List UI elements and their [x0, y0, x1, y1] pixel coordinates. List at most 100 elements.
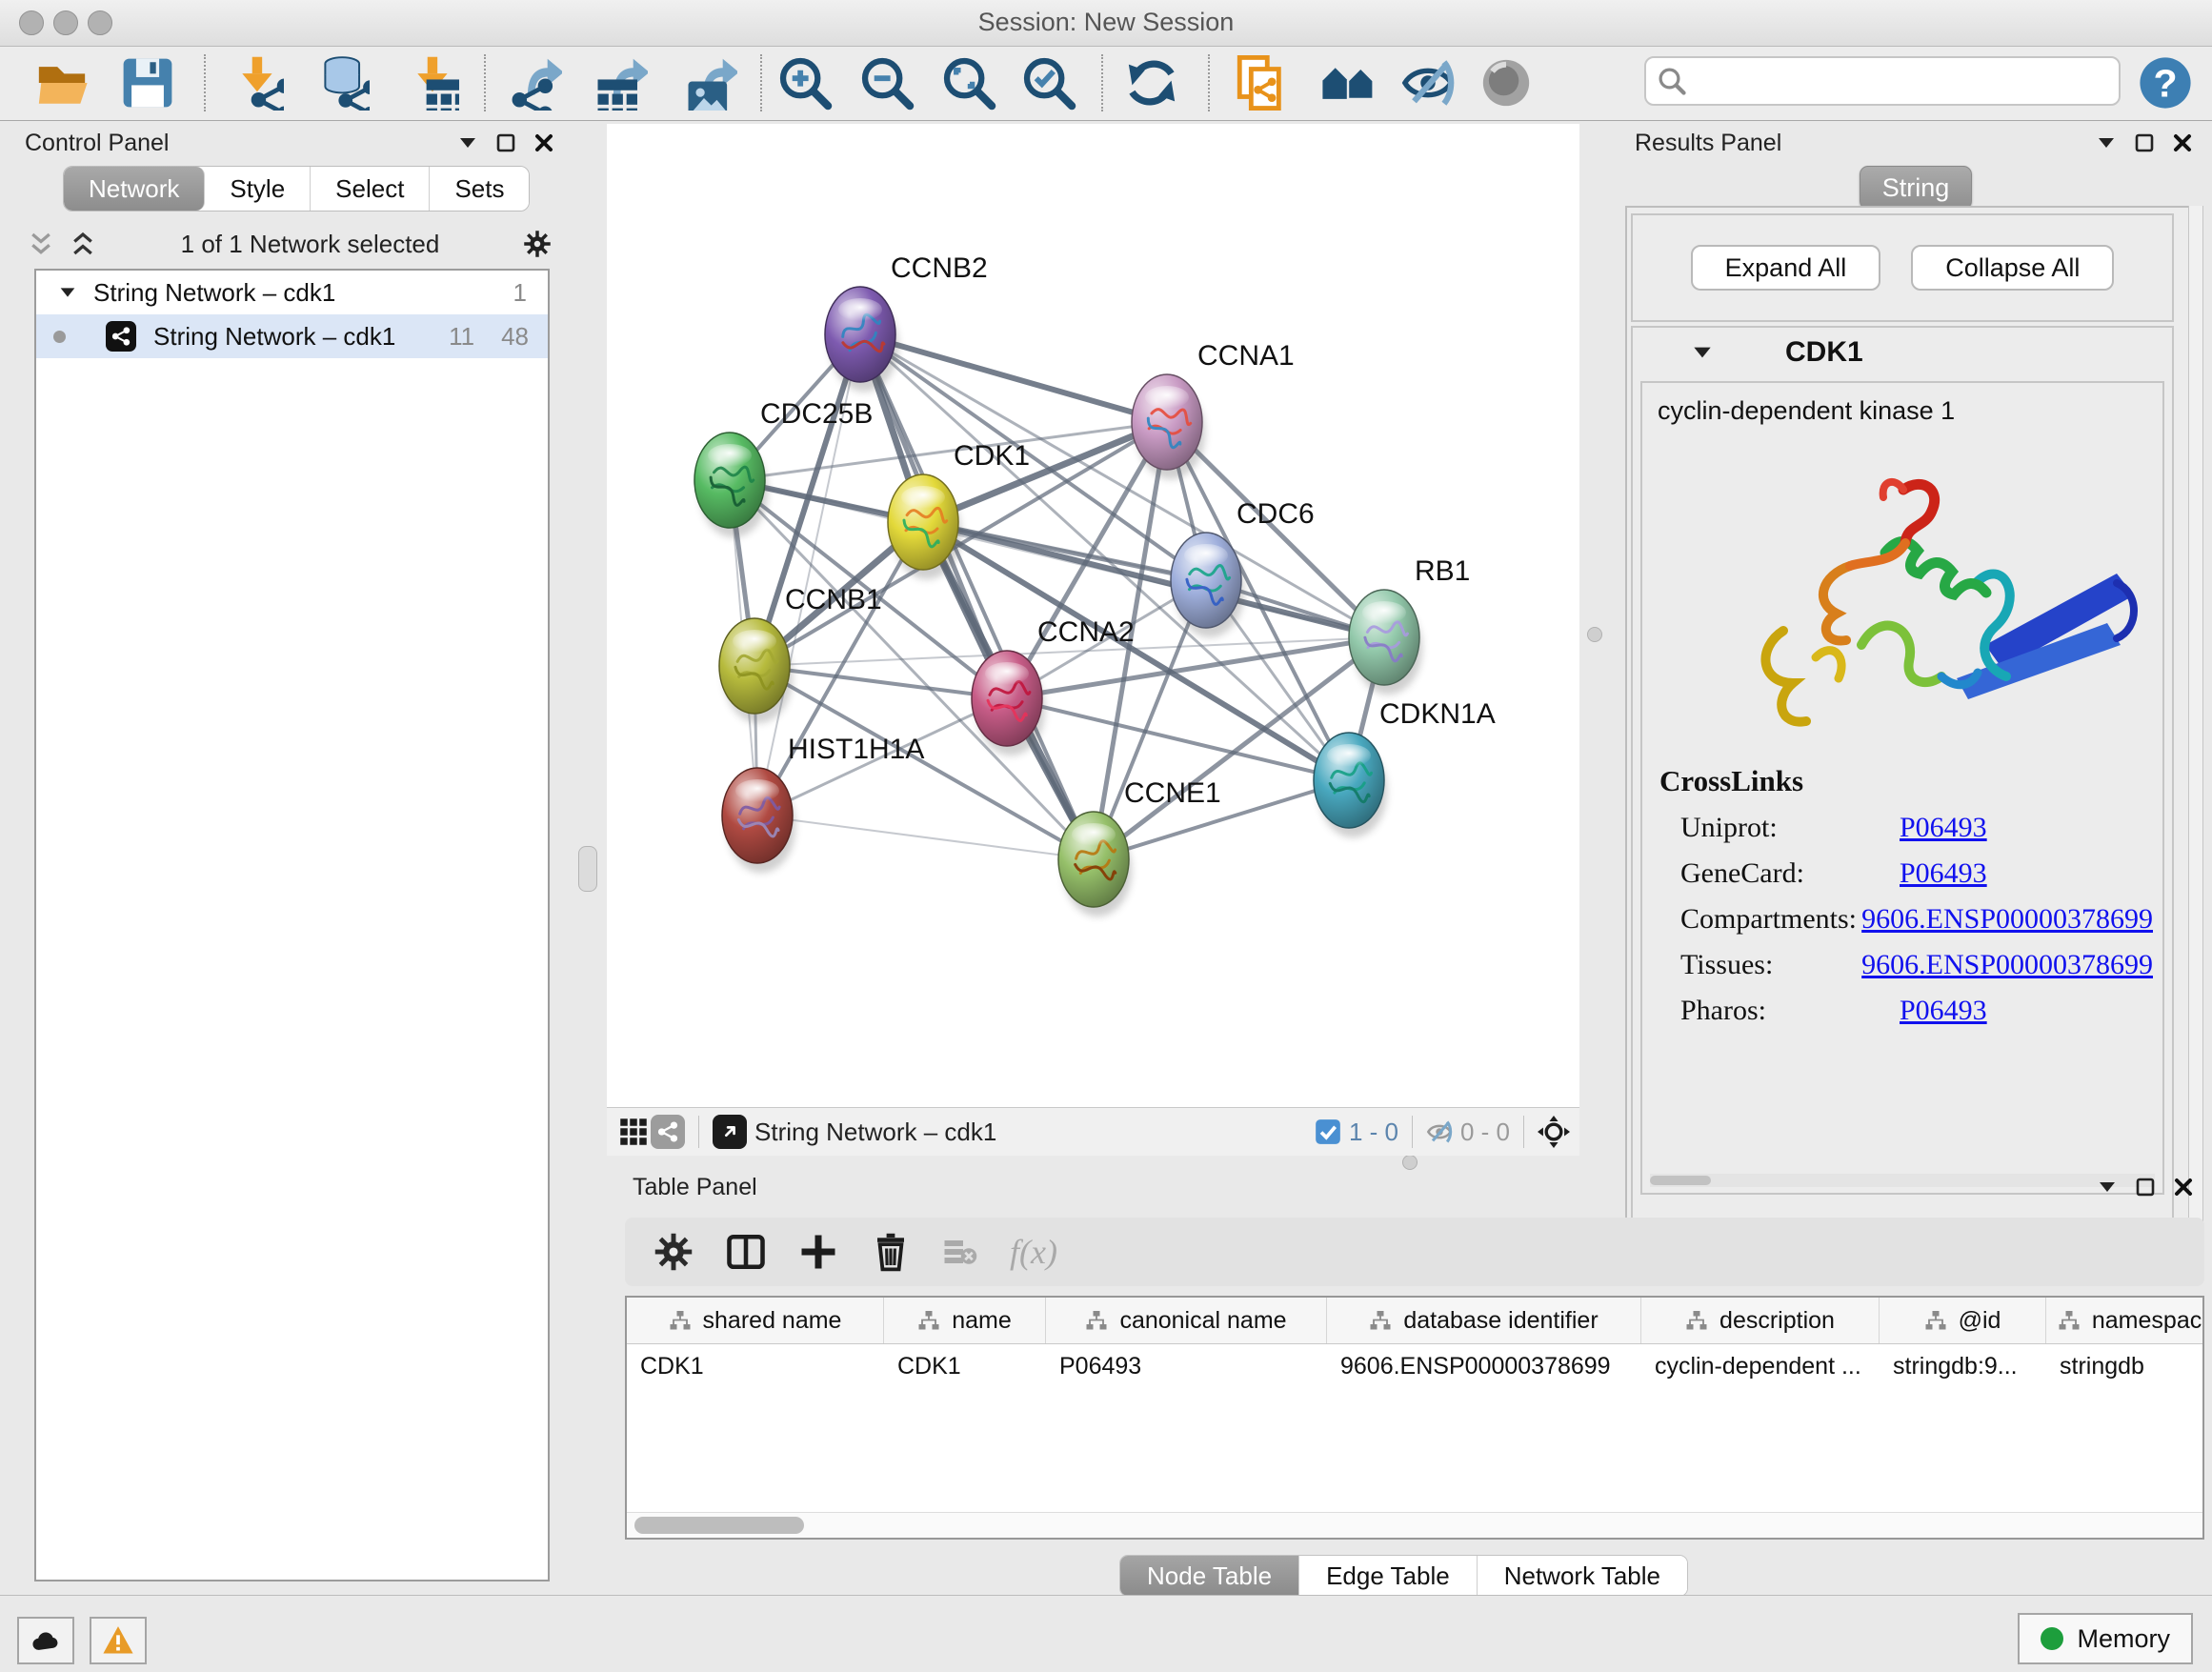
detach-view-button[interactable]	[713, 1115, 747, 1149]
column-type-icon	[1685, 1309, 1708, 1332]
network-node[interactable]: CCNA1	[1132, 340, 1295, 479]
panel-menu-icon[interactable]	[456, 131, 479, 154]
network-node[interactable]: CDKN1A	[1314, 698, 1496, 837]
search-input[interactable]	[1696, 66, 2119, 97]
hidden-eye-slash-icon[interactable]	[1426, 1118, 1453, 1145]
column-header[interactable]: description	[1641, 1298, 1880, 1343]
control-panel-title: Control Panel	[25, 130, 169, 157]
table-cell[interactable]: P06493	[1046, 1353, 1327, 1380]
import-network-database-button[interactable]	[311, 52, 373, 113]
table-cell[interactable]: CDK1	[627, 1353, 884, 1380]
panel-close-icon[interactable]	[2172, 1176, 2195, 1199]
zoom-selected-button[interactable]	[1017, 52, 1080, 113]
crosslink-link[interactable]: P06493	[1900, 857, 1987, 890]
birdseye-move-icon[interactable]	[1538, 1116, 1570, 1148]
entry-expander-icon[interactable]	[1690, 340, 1715, 365]
panel-float-icon[interactable]	[2133, 131, 2156, 154]
table-cell[interactable]: stringdb	[2046, 1353, 2204, 1380]
network-options-gear-icon[interactable]	[523, 230, 552, 258]
panel-close-icon[interactable]	[2171, 131, 2194, 154]
cloud-status-button[interactable]	[17, 1617, 74, 1664]
table-options-gear-icon[interactable]	[654, 1232, 694, 1272]
create-column-icon[interactable]	[798, 1232, 838, 1272]
column-header[interactable]: shared name	[627, 1298, 884, 1343]
network-collection-row[interactable]: String Network – cdk1 1	[36, 271, 548, 314]
network-graph[interactable]: CCNB2CCNA1CDC25BCDK1CDC6RB1CCNB1CCNA2CDK…	[607, 124, 1579, 1107]
network-from-selection-button[interactable]	[1229, 52, 1292, 113]
table-cell[interactable]: CDK1	[884, 1353, 1046, 1380]
tab-network-table[interactable]: Network Table	[1478, 1556, 1687, 1596]
warnings-button[interactable]	[90, 1617, 147, 1664]
entry-header[interactable]: CDK1	[1633, 328, 2172, 377]
column-header[interactable]: namespace	[2046, 1298, 2204, 1343]
grid-view-button[interactable]	[616, 1115, 651, 1149]
network-view-badge[interactable]	[651, 1115, 685, 1149]
results-vscrollbar[interactable]	[2188, 206, 2203, 1250]
table-hscrollbar[interactable]	[627, 1512, 2202, 1538]
save-session-button[interactable]	[116, 52, 179, 113]
first-neighbors-button[interactable]	[1317, 52, 1379, 113]
network-node[interactable]: CCNB2	[825, 252, 988, 392]
panel-menu-icon[interactable]	[2096, 1176, 2119, 1199]
export-network-icon	[507, 55, 562, 111]
crosslink-link[interactable]: P06493	[1900, 812, 1987, 844]
crosslink-link[interactable]: 9606.ENSP00000378699	[1861, 949, 2153, 981]
delete-column-icon[interactable]	[871, 1232, 911, 1272]
refresh-button[interactable]	[1120, 52, 1183, 113]
panel-float-icon[interactable]	[2134, 1176, 2157, 1199]
panel-close-icon[interactable]	[533, 131, 555, 154]
network-status-dot	[53, 331, 66, 343]
tab-string[interactable]: String	[1860, 166, 1972, 210]
import-network-button[interactable]	[225, 52, 288, 113]
memory-button[interactable]: Memory	[2018, 1613, 2193, 1664]
column-header[interactable]: canonical name	[1046, 1298, 1327, 1343]
export-image-button[interactable]	[678, 52, 741, 113]
zoom-out-button[interactable]	[855, 52, 918, 113]
panel-menu-icon[interactable]	[2095, 131, 2118, 154]
right-splitter-handle[interactable]	[1587, 627, 1602, 642]
zoom-fit-button[interactable]	[937, 52, 1000, 113]
table-cell[interactable]: stringdb:9...	[1880, 1353, 2046, 1380]
column-header[interactable]: name	[884, 1298, 1046, 1343]
collection-expander-icon[interactable]	[57, 282, 78, 303]
hide-selected-button[interactable]	[1397, 52, 1459, 113]
panel-float-icon[interactable]	[494, 131, 517, 154]
tab-select[interactable]: Select	[311, 167, 430, 211]
collapse-all-button[interactable]: Collapse All	[1911, 245, 2114, 291]
import-table-button[interactable]	[400, 52, 463, 113]
tab-network[interactable]: Network	[64, 167, 205, 211]
network-row[interactable]: String Network – cdk1 11 48	[36, 314, 548, 358]
show-columns-icon[interactable]	[726, 1232, 766, 1272]
window-title: Session: New Session	[0, 8, 2212, 37]
node-label: CDC25B	[760, 398, 873, 430]
network-node[interactable]: CCNB1	[719, 584, 882, 723]
tab-node-table[interactable]: Node Table	[1120, 1556, 1299, 1596]
tab-sets[interactable]: Sets	[430, 167, 529, 211]
table-cell[interactable]: cyclin-dependent ...	[1641, 1353, 1880, 1380]
column-header[interactable]: @id	[1880, 1298, 2046, 1343]
table-cell[interactable]: 9606.ENSP00000378699	[1327, 1353, 1641, 1380]
open-session-button[interactable]	[30, 52, 93, 113]
tab-style[interactable]: Style	[205, 167, 311, 211]
network-canvas[interactable]: CCNB2CCNA1CDC25BCDK1CDC6RB1CCNB1CCNA2CDK…	[607, 124, 1579, 1107]
column-header[interactable]: database identifier	[1327, 1298, 1641, 1343]
help-button[interactable]	[2134, 52, 2197, 113]
table-row[interactable]: CDK1CDK1P064939606.ENSP00000378699cyclin…	[627, 1344, 2202, 1388]
show-all-button[interactable]	[1475, 52, 1538, 113]
network-node[interactable]: RB1	[1349, 555, 1470, 695]
export-table-button[interactable]	[589, 52, 652, 113]
collapse-all-icon[interactable]	[27, 230, 55, 258]
tab-edge-table[interactable]: Edge Table	[1299, 1556, 1478, 1596]
network-selection-status: 1 of 1 Network selected	[97, 230, 523, 259]
expand-all-icon[interactable]	[69, 230, 97, 258]
export-network-button[interactable]	[503, 52, 566, 113]
zoom-in-button[interactable]	[774, 52, 836, 113]
network-node[interactable]: CDC25B	[694, 398, 873, 537]
crosslink-link[interactable]: 9606.ENSP00000378699	[1861, 903, 2153, 936]
expand-all-button[interactable]: Expand All	[1691, 245, 1881, 291]
selected-checkbox-icon[interactable]	[1315, 1118, 1341, 1145]
network-label: String Network – cdk1	[153, 322, 395, 352]
crosslink-link[interactable]: P06493	[1900, 995, 1987, 1027]
string-entry-cdk1: CDK1 cyclin-dependent kinase 1	[1631, 326, 2174, 1225]
left-splitter-handle[interactable]	[578, 846, 597, 892]
